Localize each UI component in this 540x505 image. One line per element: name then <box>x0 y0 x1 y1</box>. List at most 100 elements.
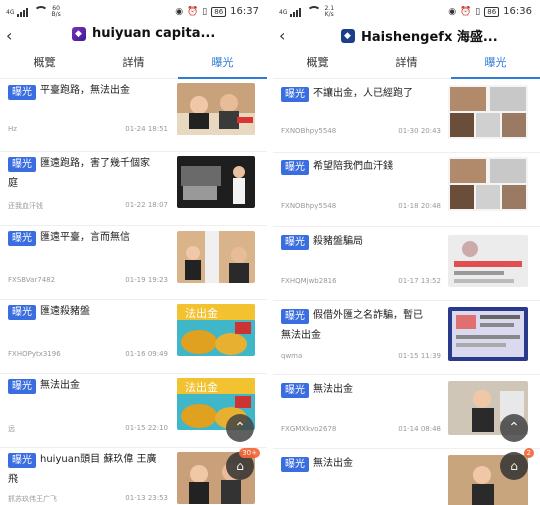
item-title: 匯遠平臺，言而無信 <box>40 232 130 243</box>
item-thumbnail <box>177 231 255 283</box>
item-title: 平臺跑路，無法出金 <box>40 85 130 96</box>
item-title: 不讓出金，人已經跑了 <box>313 88 413 99</box>
item-user: qwma <box>281 352 303 360</box>
item-thumbnail <box>448 307 528 361</box>
thumb-caption: 法出金 <box>185 306 218 320</box>
battery-icon: 86 <box>211 6 227 17</box>
signal-icon <box>290 7 304 17</box>
back-arrow-icon[interactable]: ‹ <box>279 26 285 46</box>
scroll-top-button[interactable]: ⌃ <box>500 414 528 442</box>
back-arrow-icon[interactable]: ‹ <box>6 26 12 46</box>
tab-overview[interactable]: 概覽 <box>0 52 89 78</box>
eye-icon: ◉ <box>448 6 457 17</box>
thumb-caption: 法出金 <box>185 380 218 394</box>
item-date: 01-13 23:53 <box>125 494 168 502</box>
nav-bar: ‹ ◆ huiyuan capita... <box>0 26 267 48</box>
broker-logo: ◆ <box>72 26 86 41</box>
list-item[interactable]: 曝光 無法出金 <box>273 449 540 505</box>
scroll-top-button[interactable]: ⌃ <box>226 414 254 442</box>
item-title: 希望陪我們血汗錢 <box>313 161 393 172</box>
home-icon: ⌂ <box>510 459 518 473</box>
item-date: 01-24 18:51 <box>125 125 168 133</box>
list-item[interactable]: 曝光 假借外匯之名詐騙，暫已無法出金 qwma 01-15 11:39 <box>273 301 540 375</box>
vibrate-icon: ▯ <box>202 6 208 17</box>
wifi-icon <box>307 6 322 18</box>
clock: 16:36 <box>503 6 532 17</box>
exposure-list: 曝光 平臺跑路，無法出金 Hz 01-24 18:51 曝光 匯遠跑路，害了幾千個… <box>0 79 267 505</box>
item-meta: 远 01-15 22:10 <box>8 424 168 434</box>
vibrate-icon: ▯ <box>475 6 481 17</box>
tab-details[interactable]: 詳情 <box>362 52 451 78</box>
network-type: 4G <box>6 8 15 16</box>
list-item[interactable]: 曝光 希望陪我們血汗錢 FXNOBhpy5548 01-18 20:48 <box>273 153 540 227</box>
item-date: 01-17 13:52 <box>398 277 441 285</box>
left-phone-screen: 4G 60 B/s ◉ ⏰ ▯ 86 16:37 ‹ ◆ huiyuan capi… <box>0 0 267 505</box>
tab-bar: 概覽 詳情 曝光 <box>273 52 540 79</box>
exposure-list: 曝光 不讓出金，人已經跑了 FXNOBhpy5548 01-30 20:43 曝光… <box>273 79 540 505</box>
item-title: 殺豬盤騙局 <box>313 236 363 247</box>
item-date: 01-22 18:07 <box>125 201 168 209</box>
alarm-icon: ⏰ <box>460 6 472 17</box>
item-user: FXSBVar7482 <box>8 276 56 284</box>
item-meta: FXSBVar7482 01-19 19:23 <box>8 276 168 284</box>
item-date: 01-14 08:48 <box>398 425 441 433</box>
item-date: 01-16 09:49 <box>125 350 168 358</box>
wifi-icon <box>34 6 49 18</box>
list-item[interactable]: 曝光 殺豬盤騙局 FXHQMjwb2816 01-17 13:52 <box>273 227 540 301</box>
net-speed: 60 B/s <box>51 5 61 18</box>
item-title: 假借外匯之名詐騙，暫已無法出金 <box>281 310 423 341</box>
network-type: 4G <box>279 8 288 16</box>
signal-icon <box>17 7 31 17</box>
item-meta: FXHQMjwb2816 01-17 13:52 <box>281 277 441 285</box>
item-meta: 还我血汗钱 01-22 18:07 <box>8 201 168 211</box>
item-title: 無法出金 <box>40 380 80 391</box>
notification-count: 30+ <box>239 448 260 458</box>
page-title: Haishengefx 海盛... <box>361 30 498 45</box>
tab-details[interactable]: 詳情 <box>89 52 178 78</box>
net-speed: 2.1 K/s <box>324 5 335 18</box>
item-thumbnail <box>448 157 528 211</box>
item-date: 01-15 11:39 <box>398 352 441 360</box>
list-item[interactable]: 曝光 匯遠殺豬盤 FXHOPytx3196 01-16 09:49 法出金 <box>0 300 267 374</box>
item-user: FXHOPytx3196 <box>8 350 61 358</box>
item-thumbnail: 法出金 <box>177 304 255 356</box>
list-item[interactable]: 曝光 匯遠平臺，言而無信 FXSBVar7482 01-19 19:23 <box>0 226 267 300</box>
list-item[interactable]: 曝光 不讓出金，人已經跑了 FXNOBhpy5548 01-30 20:43 <box>273 79 540 153</box>
item-date: 01-30 20:43 <box>398 127 441 135</box>
item-user: 还我血汗钱 <box>8 202 43 210</box>
item-meta: 抓苏玖伟王广飞 01-13 23:53 <box>8 494 168 504</box>
item-meta: Hz 01-24 18:51 <box>8 125 168 133</box>
list-item[interactable]: 曝光 匯遠跑路，害了幾千個家庭 还我血汗钱 01-22 18:07 <box>0 152 267 226</box>
item-thumbnail <box>177 83 255 135</box>
status-bar: 4G 2.1 K/s ◉ ⏰ ▯ 86 16:36 <box>273 0 540 26</box>
item-date: 01-19 19:23 <box>125 276 168 284</box>
item-date: 01-18 20:48 <box>398 202 441 210</box>
item-title: 無法出金 <box>313 458 353 469</box>
page-title: huiyuan capita... <box>92 26 216 41</box>
item-thumbnail <box>448 85 528 139</box>
item-user: 抓苏玖伟王广飞 <box>8 495 57 503</box>
item-meta: qwma 01-15 11:39 <box>281 352 441 360</box>
item-user: FXGMXkvo2678 <box>281 425 337 433</box>
item-user: 远 <box>8 425 15 433</box>
tab-exposure[interactable]: 曝光 <box>451 52 540 79</box>
item-title: 匯遠殺豬盤 <box>40 306 90 317</box>
item-title: huiyuan頭目 蘇玖偉 王廣飛 <box>8 454 157 485</box>
item-user: Hz <box>8 125 17 133</box>
item-date: 01-15 22:10 <box>125 424 168 432</box>
battery-icon: 86 <box>484 6 500 17</box>
list-item[interactable]: 曝光 huiyuan頭目 蘇玖偉 王廣飛 抓苏玖伟王广飞 01-13 23:53 <box>0 448 267 505</box>
right-phone-screen: 4G 2.1 K/s ◉ ⏰ ▯ 86 16:36 ‹ ◆ Haishengefx… <box>273 0 540 505</box>
home-shortcut-button[interactable]: ⌂ 30+ <box>226 448 260 480</box>
item-user: FXNOBhpy5548 <box>281 127 337 135</box>
item-meta: FXHOPytx3196 01-16 09:49 <box>8 350 168 358</box>
broker-logo: ◆ <box>341 28 355 43</box>
list-item[interactable]: 曝光 無法出金 FXGMXkvo2678 01-14 08:48 <box>273 375 540 449</box>
home-icon: ⌂ <box>236 459 244 473</box>
home-shortcut-button[interactable]: ⌂ 2 <box>500 448 534 480</box>
tab-exposure[interactable]: 曝光 <box>178 52 267 79</box>
list-item[interactable]: 曝光 無法出金 远 01-15 22:10 法出金 <box>0 374 267 448</box>
notification-count: 2 <box>523 448 534 458</box>
tab-overview[interactable]: 概覽 <box>273 52 362 78</box>
list-item[interactable]: 曝光 平臺跑路，無法出金 Hz 01-24 18:51 <box>0 79 267 152</box>
